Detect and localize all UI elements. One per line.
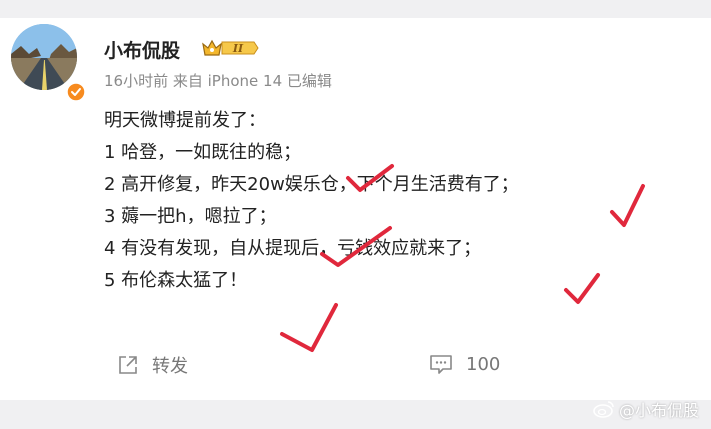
vip-crown-badge-icon[interactable]: II bbox=[200, 36, 260, 60]
comment-icon bbox=[430, 355, 452, 374]
weibo-logo-icon bbox=[593, 401, 614, 418]
weibo-watermark: @小布侃股 bbox=[593, 397, 699, 421]
post-line: 2 高开修复，昨天20w娱乐仓，下个月生活费有了； bbox=[104, 174, 519, 195]
comment-button[interactable]: 100 bbox=[428, 352, 500, 376]
verified-badge-icon bbox=[66, 82, 86, 102]
avatar[interactable] bbox=[11, 24, 77, 90]
post-line: 4 有没有发现，自从提现后，亏钱效应就来了； bbox=[104, 238, 482, 259]
post-line: 明天微博提前发了： bbox=[104, 110, 266, 131]
post-meta: 16小时前 来自 iPhone 14 已编辑 bbox=[104, 72, 332, 90]
post-content: 明天微博提前发了： 1 哈登，一如既往的稳； 2 高开修复，昨天20w娱乐仓，下… bbox=[104, 105, 694, 297]
watermark-text: @小布侃股 bbox=[618, 401, 699, 420]
vip-level-label: II bbox=[232, 42, 244, 55]
comment-count: 100 bbox=[466, 353, 501, 375]
share-icon bbox=[119, 356, 137, 374]
post-line: 5 布伦森太猛了！ bbox=[104, 270, 248, 291]
repost-label: 转发 bbox=[152, 356, 188, 377]
repost-button[interactable]: 转发 bbox=[116, 352, 188, 378]
username[interactable]: 小布侃股 bbox=[104, 36, 180, 63]
post-line: 3 薅一把h，嗯拉了； bbox=[104, 206, 277, 227]
post-line: 1 哈登，一如既往的稳； bbox=[104, 142, 302, 163]
